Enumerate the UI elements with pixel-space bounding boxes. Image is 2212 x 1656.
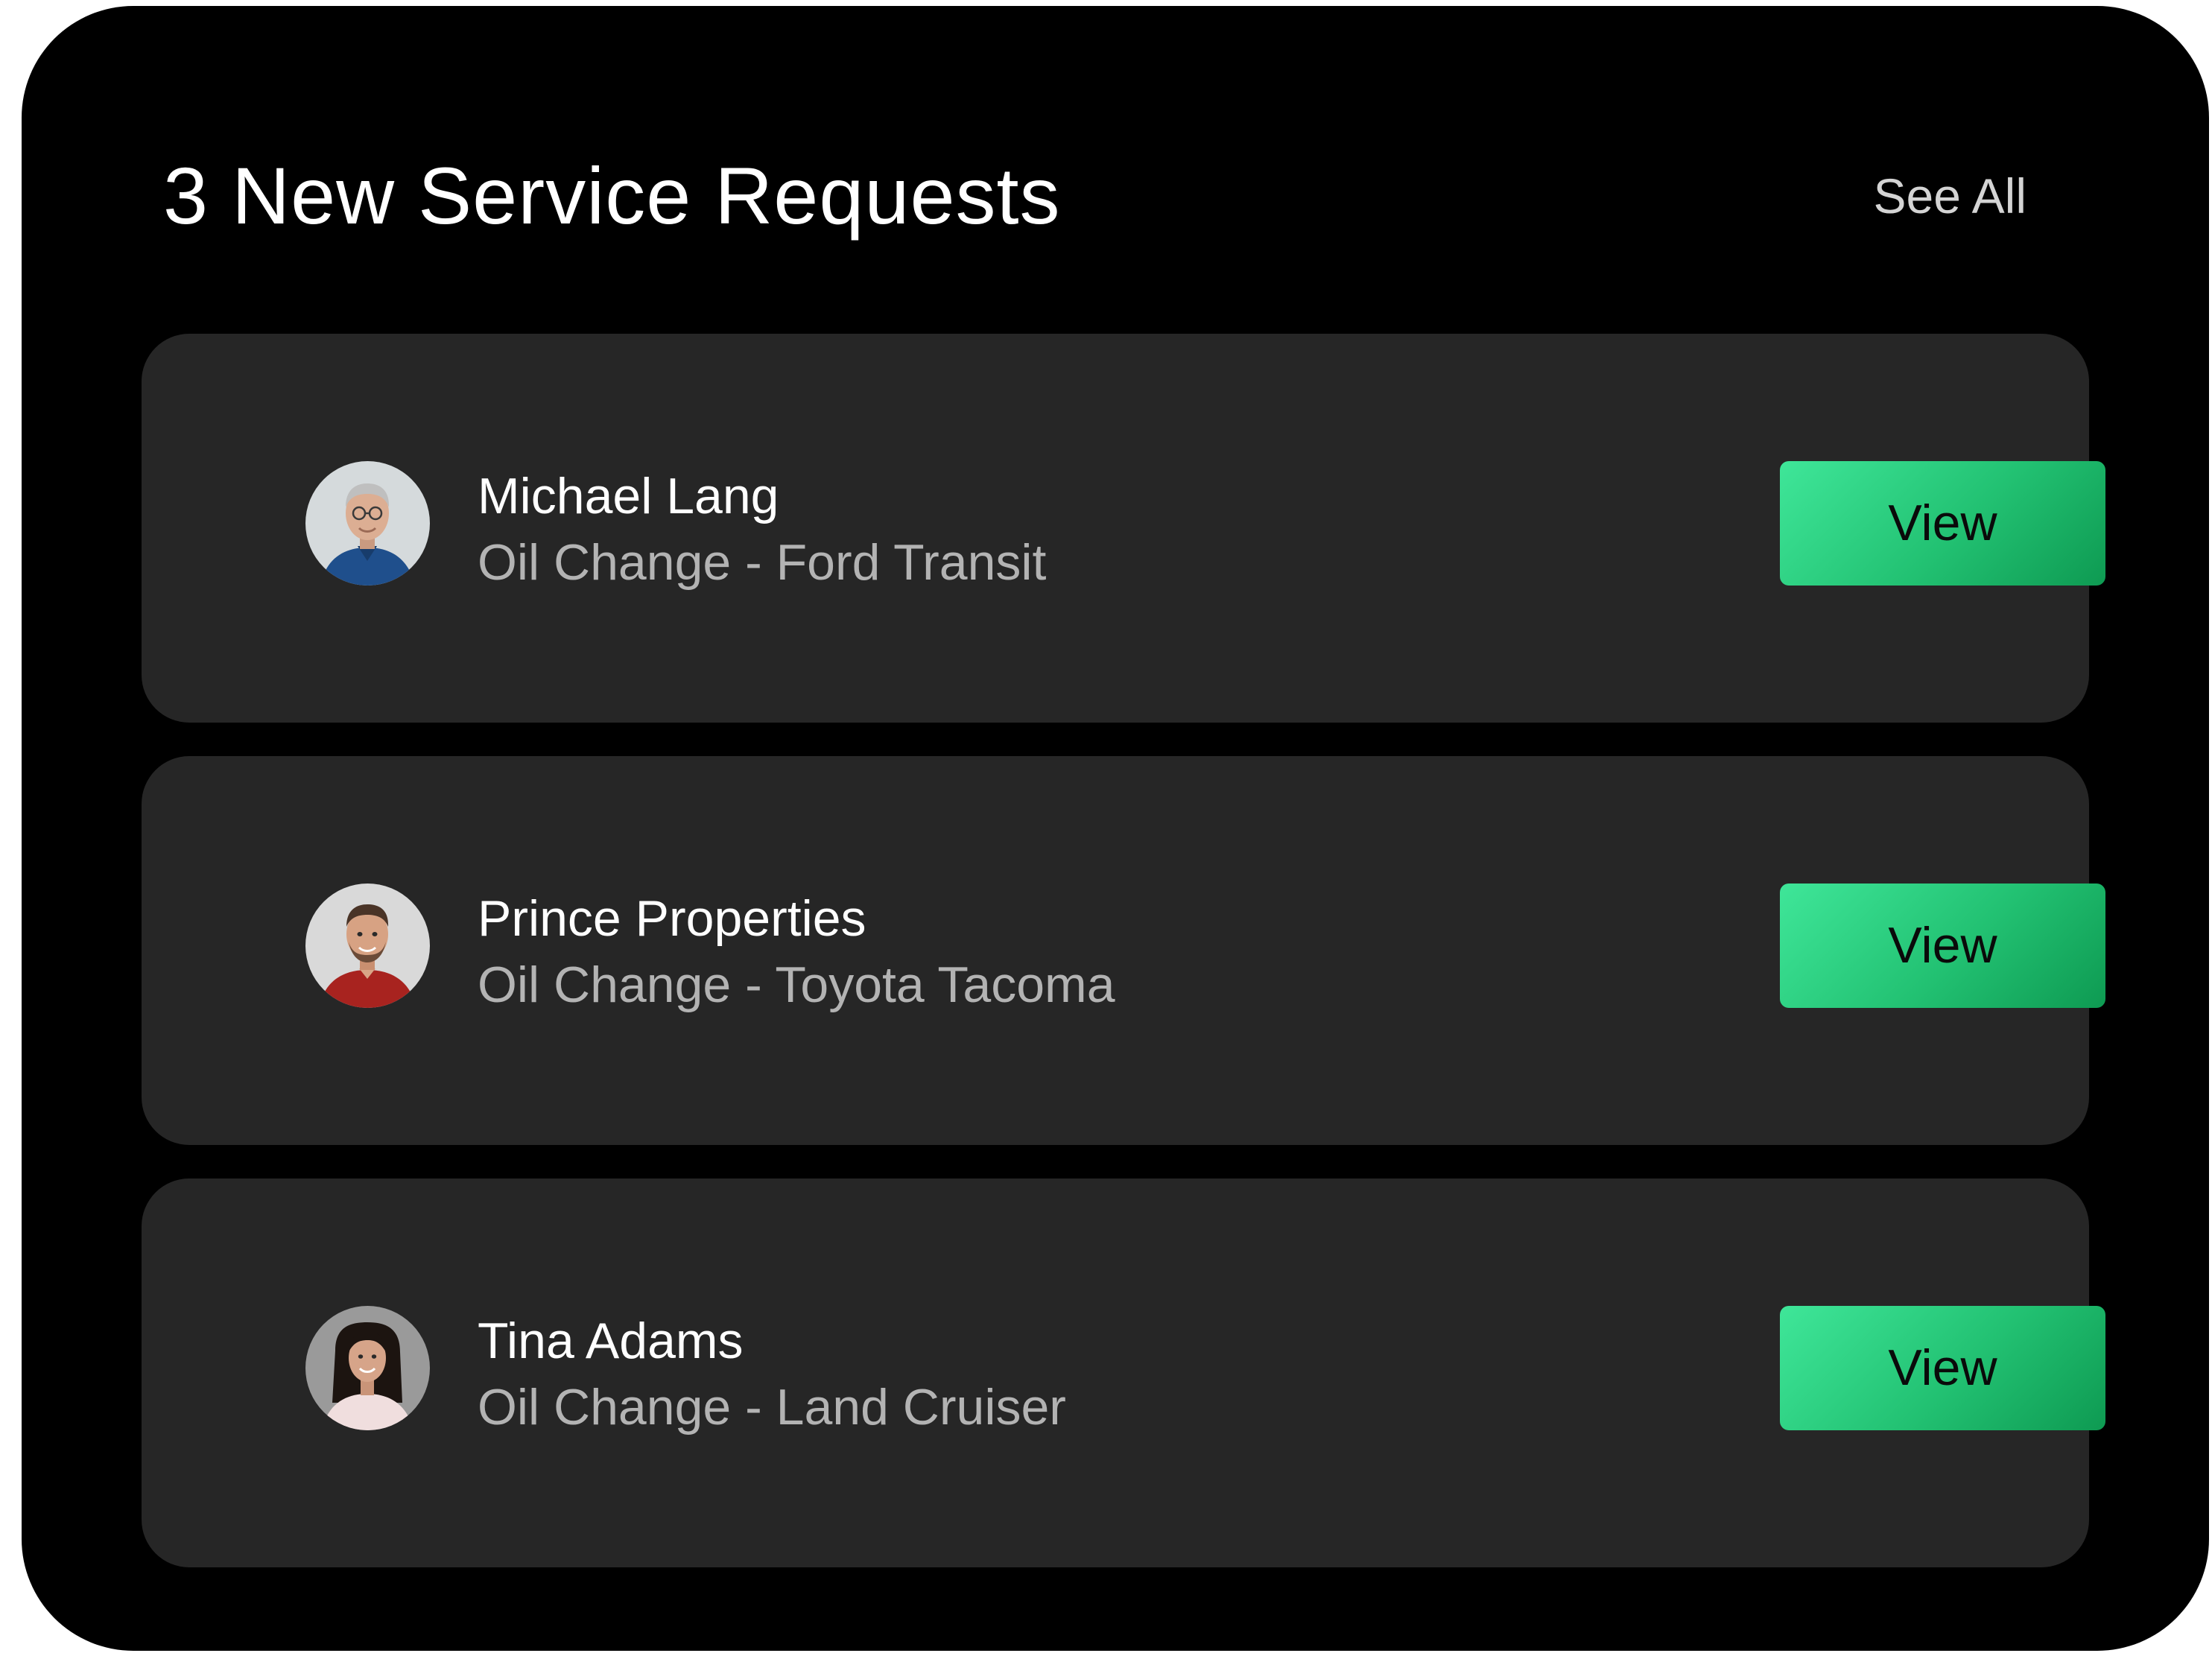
- requester-name: Tina Adams: [478, 1313, 744, 1369]
- requester-name: Michael Lang: [478, 468, 779, 524]
- see-all-link[interactable]: See All: [1874, 166, 2026, 226]
- view-button[interactable]: View: [1780, 883, 2105, 1008]
- service-description: Oil Change - Ford Transit: [478, 534, 1047, 591]
- request-card: Prince Properties Oil Change - Toyota Ta…: [142, 756, 2105, 1145]
- service-description: Oil Change - Toyota Tacoma: [478, 957, 1115, 1013]
- service-description: Oil Change - Land Cruiser: [478, 1379, 1066, 1435]
- person-photo-icon: [305, 1306, 430, 1430]
- person-photo-icon: [305, 461, 430, 586]
- avatar: [305, 883, 430, 1008]
- request-card: Tina Adams Oil Change - Land Cruiser Vie…: [142, 1178, 2105, 1567]
- service-requests-panel: 3 New Service Requests See All Michael L…: [22, 6, 2209, 1651]
- page-title: 3 New Service Requests: [163, 150, 1061, 241]
- view-button[interactable]: View: [1780, 461, 2105, 586]
- avatar: [305, 461, 430, 586]
- view-button[interactable]: View: [1780, 1306, 2105, 1430]
- requester-name: Prince Properties: [478, 890, 866, 947]
- avatar: [305, 1306, 430, 1430]
- person-photo-icon: [305, 883, 430, 1008]
- request-card: Michael Lang Oil Change - Ford Transit V…: [142, 334, 2105, 723]
